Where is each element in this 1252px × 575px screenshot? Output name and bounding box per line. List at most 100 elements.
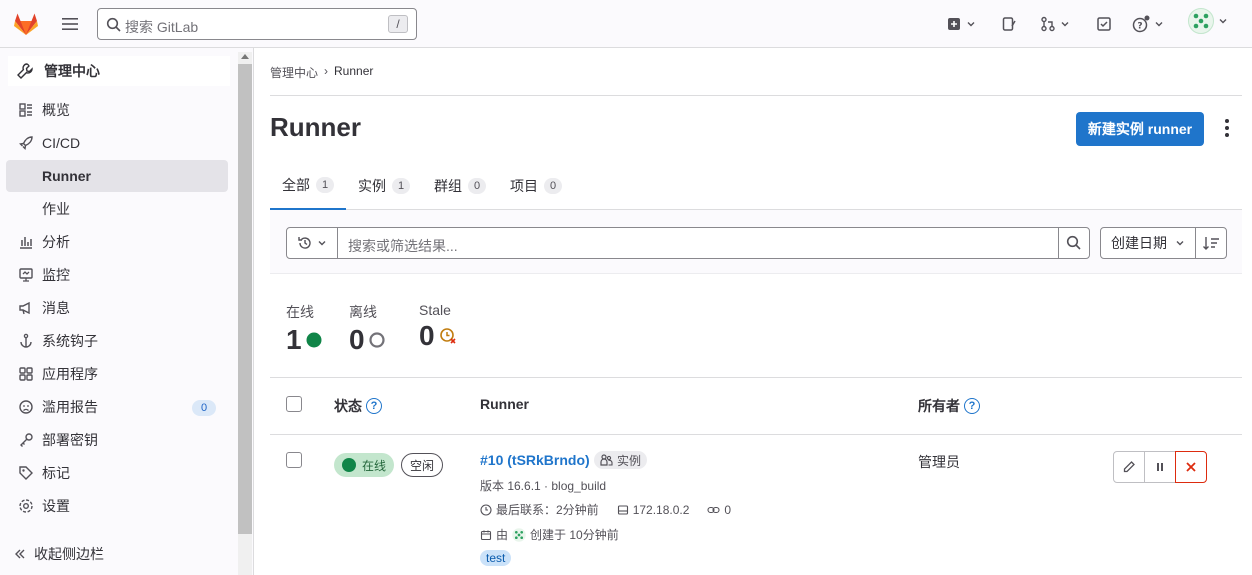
merge-requests-button[interactable] [1040, 14, 1070, 34]
user-menu-button[interactable] [1188, 8, 1228, 34]
breadcrumb: 管理中心 › Runner [270, 64, 373, 81]
clock-icon [480, 503, 492, 516]
column-label: Runner [480, 396, 529, 412]
search-shortcut: / [388, 15, 408, 33]
help-icon[interactable]: ? [366, 398, 382, 414]
breadcrumb-current[interactable]: Runner [334, 64, 373, 81]
gitlab-logo[interactable] [12, 10, 40, 38]
table-row: 在线 空闲 #10 (tSRkBrndo) 实例 版本 16.6.1 · blo… [270, 435, 1242, 575]
stat-offline: 离线 0 [349, 302, 385, 356]
top-bar: 搜索 GitLab / ? [0, 0, 1252, 48]
row-checkbox[interactable] [286, 452, 302, 468]
help-icon: ? [1132, 15, 1150, 33]
sidebar-item-runner[interactable]: Runner [6, 160, 228, 192]
stat-value: 1 [286, 324, 302, 355]
created-by-text: 由 [496, 528, 509, 542]
runner-link[interactable]: #10 (tSRkBrndo) [480, 452, 590, 468]
issues-button[interactable] [1001, 14, 1017, 34]
edit-button[interactable] [1113, 451, 1145, 483]
sort-dropdown[interactable]: 创建日期 [1100, 227, 1196, 259]
column-label: 所有者 [918, 398, 960, 414]
new-item-button[interactable] [946, 14, 976, 34]
divider [270, 95, 1242, 96]
offline-status-icon [368, 332, 385, 348]
sidebar-item-analytics[interactable]: 分析 [6, 226, 228, 258]
avatar[interactable] [512, 527, 526, 542]
abuse-icon [18, 399, 34, 415]
search-history-button[interactable] [286, 227, 338, 259]
filter-search-input[interactable]: 搜索或筛选结果... [337, 227, 1059, 259]
issues-icon [1002, 17, 1016, 31]
sidebar-item-system-hooks[interactable]: 系统钩子 [6, 325, 228, 357]
anchor-icon [18, 333, 34, 349]
menu-icon[interactable] [60, 14, 80, 34]
sidebar-item-cicd[interactable]: CI/CD [6, 127, 228, 159]
sidebar-item-abuse-reports[interactable]: 滥用报告 0 [6, 391, 228, 423]
sidebar-item-monitoring[interactable]: 监控 [6, 259, 228, 291]
tab-group[interactable]: 群组 0 [422, 162, 498, 210]
sidebar-item-deploy-keys[interactable]: 部署密钥 [6, 424, 228, 456]
help-button[interactable]: ? [1132, 14, 1164, 34]
filter-search-button[interactable] [1058, 227, 1090, 259]
chevron-down-icon [1061, 22, 1069, 27]
scrollbar-thumb[interactable] [238, 64, 252, 534]
column-label: 状态 [334, 398, 362, 414]
sidebar-item-messages[interactable]: 消息 [6, 292, 228, 324]
job-count-text: 0 [724, 502, 732, 517]
stat-value-wrap: 1 [286, 324, 322, 356]
sidebar-item-settings[interactable]: 设置 [6, 490, 228, 522]
sidebar-item-label: 分析 [42, 234, 70, 250]
version-text: 版本 16.6.1 · blog_build [480, 479, 607, 493]
column-owner: 所有者 ? [918, 396, 980, 416]
breadcrumb-root[interactable]: 管理中心 [270, 64, 318, 81]
search-input[interactable]: 搜索 GitLab / [97, 8, 417, 40]
tab-label: 项目 [510, 178, 538, 194]
sidebar-scrollbar[interactable] [238, 52, 252, 575]
breadcrumb-separator: › [324, 64, 329, 78]
more-actions-icon[interactable] [1220, 118, 1234, 138]
sidebar-item-label: 应用程序 [42, 366, 98, 382]
ip-address-icon [617, 504, 628, 515]
tab-label: 全部 [282, 177, 310, 193]
sidebar-item-label: 概览 [42, 102, 70, 118]
sidebar-item-label: 部署密钥 [42, 432, 98, 448]
sidebar-item-labels[interactable]: 标记 [6, 457, 228, 489]
tab-instance[interactable]: 实例 1 [346, 162, 422, 210]
column-runner: Runner [480, 396, 529, 412]
help-icon[interactable]: ? [964, 398, 980, 414]
settings-icon [18, 498, 34, 514]
runner-tag[interactable]: test [480, 550, 512, 566]
chevron-down-icon [318, 241, 326, 246]
monitor-icon [18, 267, 34, 283]
search-placeholder: 搜索 GitLab [125, 19, 199, 35]
scroll-up-arrow[interactable] [241, 54, 249, 59]
tab-all[interactable]: 全部 1 [270, 162, 346, 210]
new-instance-runner-button[interactable]: 新建实例 runner [1076, 112, 1204, 146]
tab-project[interactable]: 项目 0 [498, 162, 574, 210]
sidebar-item-overview[interactable]: 概览 [6, 94, 228, 126]
todo-button[interactable] [1096, 14, 1112, 34]
sidebar-header[interactable]: 管理中心 [8, 56, 230, 86]
stat-value: 0 [349, 324, 365, 355]
chevron-down-icon [1155, 22, 1163, 27]
runner-type-badge: 实例 [594, 451, 648, 469]
plus-square-icon [948, 18, 960, 30]
sort-descending-icon [1203, 237, 1219, 250]
created-line: 由 创建于 10分钟前 [480, 526, 619, 543]
sidebar-item-jobs[interactable]: 作业 [6, 193, 228, 225]
merge-request-icon [1041, 16, 1055, 32]
stat-label: 离线 [349, 304, 377, 320]
tab-label: 群组 [434, 178, 462, 194]
delete-button[interactable] [1175, 451, 1207, 483]
users-icon [600, 454, 613, 466]
bullhorn-icon [18, 300, 34, 316]
sidebar-item-label: 标记 [42, 465, 70, 481]
collapse-sidebar-button[interactable]: 收起侧边栏 [14, 544, 104, 564]
pause-button[interactable] [1144, 451, 1176, 483]
sidebar-item-applications[interactable]: 应用程序 [6, 358, 228, 390]
sort-direction-button[interactable] [1195, 227, 1227, 259]
sidebar-item-label: Runner [42, 168, 91, 184]
link-icon [707, 506, 720, 513]
chevron-down-icon [967, 22, 975, 27]
select-all-checkbox[interactable] [286, 396, 302, 412]
